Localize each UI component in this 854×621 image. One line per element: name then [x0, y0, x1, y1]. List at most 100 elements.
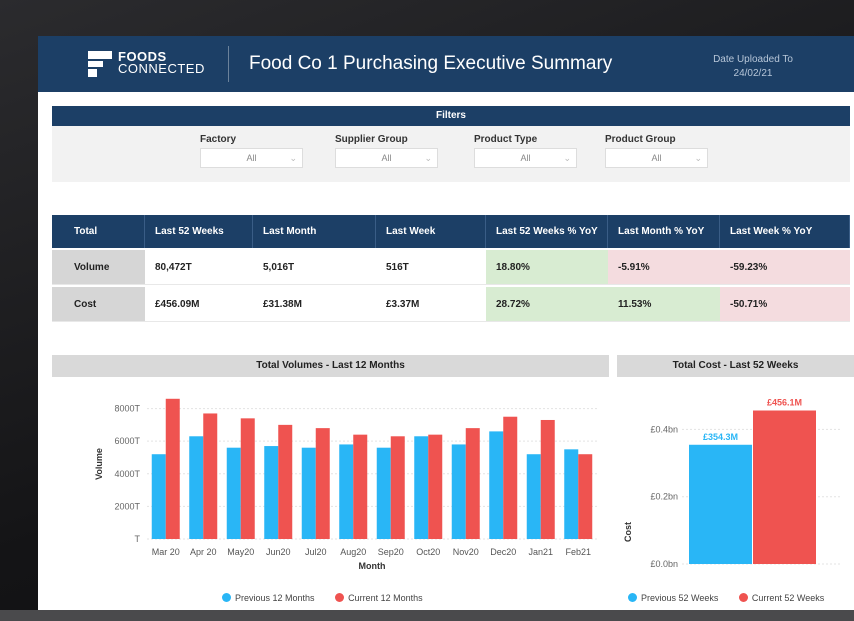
legend-dot-current — [738, 593, 748, 602]
supplier-group-dropdown[interactable]: All ⌄ — [335, 148, 438, 168]
table-cell: £31.38M — [253, 287, 376, 322]
volume-chart-panel: Total Volumes - Last 12 Months T 2000T 400… — [52, 355, 609, 610]
bar-current — [578, 454, 593, 539]
filter-supplier-group: Supplier Group All ⌄ — [335, 134, 438, 168]
dropdown-value: All — [381, 153, 392, 163]
table-cell: 516T — [376, 250, 486, 285]
x-axis-label: Month — [359, 561, 386, 571]
x-tick-label: Mar 20 — [152, 547, 180, 557]
filter-label: Supplier Group — [335, 134, 408, 145]
y-tick-label: £0.2bn — [650, 492, 678, 502]
filter-label: Product Type — [474, 134, 538, 145]
data-label: £456.1M — [767, 398, 802, 408]
filter-label: Product Group — [605, 134, 676, 145]
bar-previous — [451, 444, 466, 539]
cost-chart: £0.0bn £0.2bn £0.4bn £354.3M £456.1M Cost — [623, 398, 842, 569]
legend-current: Current 12 Months — [348, 593, 423, 603]
chevron-down-icon: ⌄ — [424, 153, 432, 163]
x-tick-label: May20 — [227, 547, 254, 557]
x-tick-label: Apr 20 — [190, 547, 217, 557]
filter-product-type: Product Type All ⌄ — [474, 134, 577, 168]
filters-panel: Filters Factory All ⌄ Supplier Group All ⌄… — [52, 106, 850, 182]
legend-previous: Previous 12 Months — [235, 593, 315, 603]
factory-dropdown[interactable]: All ⌄ — [200, 148, 303, 168]
column-header: Last Week % YoY — [720, 215, 850, 248]
filter-factory: Factory All ⌄ — [200, 134, 303, 168]
bar-previous — [151, 454, 166, 539]
dropdown-value: All — [246, 153, 257, 163]
bar-previous — [339, 444, 354, 539]
bar-current — [390, 436, 405, 539]
bar-current — [540, 419, 555, 539]
y-tick-label: 2000T — [114, 501, 140, 511]
bar-current — [753, 410, 816, 564]
table-cell: -59.23% — [720, 250, 850, 285]
filters-title: Filters — [52, 106, 850, 126]
bar-previous — [564, 449, 579, 539]
filter-product-group: Product Group All ⌄ — [605, 134, 708, 168]
x-tick-label: Nov20 — [453, 547, 479, 557]
bar-current — [240, 418, 255, 539]
bar-previous — [301, 447, 316, 539]
x-tick-label: Jun20 — [266, 547, 291, 557]
filter-label: Factory — [200, 134, 237, 145]
chevron-down-icon: ⌄ — [694, 153, 702, 163]
table-cell: 28.72% — [486, 287, 608, 322]
page-title: Food Co 1 Purchasing Executive Summary — [249, 53, 613, 74]
table-row: Cost £456.09M £31.38M £3.37M 28.72% 11.5… — [52, 287, 850, 322]
bar-previous — [489, 431, 504, 539]
table-cell: 18.80% — [486, 250, 608, 285]
cost-chart-panel: Total Cost - Last 52 Weeks £0.0bn £0.2bn £… — [617, 355, 854, 610]
upload-date: Date Uploaded To 24/02/21 — [698, 53, 808, 81]
x-tick-label: Oct20 — [416, 547, 440, 557]
column-header: Last 52 Weeks — [145, 215, 253, 248]
bar-current — [278, 424, 293, 539]
bar-current — [428, 434, 443, 539]
bar-current — [165, 398, 180, 539]
table-cell: -50.71% — [720, 287, 850, 322]
bar-current — [203, 413, 218, 539]
bar-current — [503, 416, 518, 539]
bar-previous — [189, 436, 204, 539]
bar-previous — [264, 446, 279, 539]
legend-dot-previous — [222, 593, 231, 602]
y-tick-label: £0.0bn — [650, 559, 678, 569]
brand-name: FOODS CONNECTED — [118, 50, 205, 76]
table-row: Volume 80,472T 5,016T 516T 18.80% -5.91%… — [52, 250, 850, 285]
column-header: Total — [52, 215, 145, 248]
y-axis-label: Cost — [623, 522, 633, 542]
column-header: Last Week — [376, 215, 486, 248]
bar-previous — [226, 447, 241, 539]
table-cell: 11.53% — [608, 287, 720, 322]
y-tick-label: T — [135, 534, 141, 544]
y-tick-label: £0.4bn — [650, 424, 678, 434]
dropdown-value: All — [520, 153, 531, 163]
chevron-down-icon: ⌄ — [563, 153, 571, 163]
header-divider — [228, 46, 229, 82]
volume-legend: Previous 12 Months Current 12 Months — [222, 593, 423, 603]
product-type-dropdown[interactable]: All ⌄ — [474, 148, 577, 168]
product-group-dropdown[interactable]: All ⌄ — [605, 148, 708, 168]
bar-previous — [526, 454, 541, 539]
table-cell: £456.09M — [145, 287, 253, 322]
x-tick-label: Aug20 — [340, 547, 366, 557]
y-tick-label: 4000T — [114, 469, 140, 479]
upload-date-label: Date Uploaded To — [713, 54, 793, 65]
bar-current — [465, 428, 480, 539]
cost-chart-title: Total Cost - Last 52 Weeks — [617, 355, 854, 377]
bar-current — [353, 434, 368, 539]
x-tick-label: Feb21 — [565, 547, 591, 557]
brand-line2: CONNECTED — [118, 61, 205, 76]
y-tick-label: 8000T — [114, 404, 140, 414]
header-bar: FOODS CONNECTED Food Co 1 Purchasing Exe… — [38, 36, 854, 92]
table-cell: -5.91% — [608, 250, 720, 285]
bar-previous — [414, 436, 429, 539]
bar-previous — [689, 444, 752, 564]
bar-current — [315, 428, 330, 539]
table-cell: 80,472T — [145, 250, 253, 285]
column-header: Last Month % YoY — [608, 215, 720, 248]
chevron-down-icon: ⌄ — [289, 153, 297, 163]
bar-previous — [376, 447, 391, 539]
x-tick-label: Dec20 — [490, 547, 516, 557]
device-bottom-edge — [0, 610, 854, 621]
